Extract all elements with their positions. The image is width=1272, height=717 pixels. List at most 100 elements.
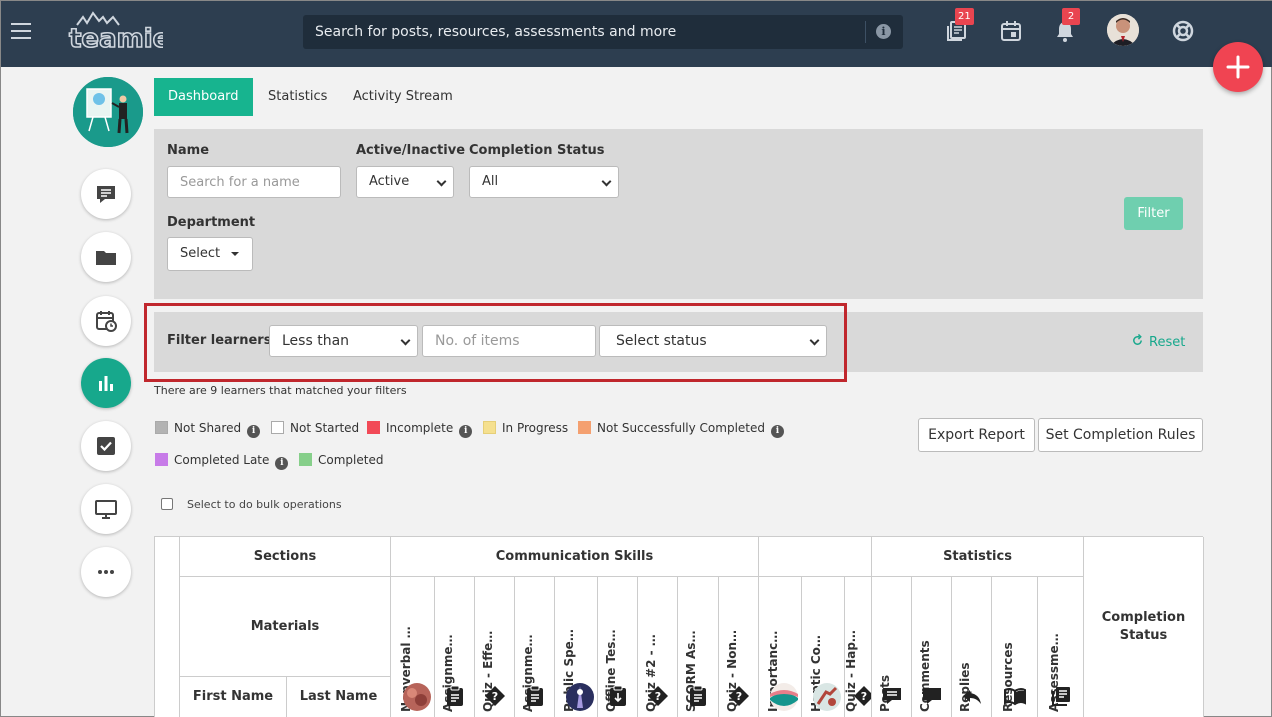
completion-status-label: Completion Status bbox=[469, 143, 605, 158]
plus-icon bbox=[1226, 55, 1250, 79]
tab-statistics[interactable]: Statistics bbox=[254, 78, 341, 116]
department-value: Select bbox=[180, 246, 221, 261]
stat-column-assessments[interactable]: Assessments bbox=[1038, 577, 1084, 717]
tab-dashboard[interactable]: Dashboard bbox=[154, 78, 253, 116]
sidebar-resources-button[interactable] bbox=[81, 232, 131, 282]
completion-status-select[interactable]: All bbox=[469, 166, 619, 198]
help-lifebuoy-icon[interactable] bbox=[1171, 19, 1195, 43]
legend-in-progress: In Progress bbox=[483, 420, 568, 436]
material-thumbnail bbox=[813, 683, 841, 711]
offline-test-icon bbox=[609, 685, 626, 706]
material-column[interactable]: Assignment #... bbox=[515, 577, 555, 717]
active-inactive-value: Active bbox=[369, 174, 410, 189]
legend-label: Not Shared bbox=[174, 421, 242, 435]
teamie-logo[interactable]: teamie bbox=[67, 11, 171, 55]
material-column[interactable]: Quiz - Non-ve... ? bbox=[719, 577, 759, 717]
sidebar-schedule-button[interactable] bbox=[81, 296, 131, 346]
chevron-down-icon bbox=[436, 176, 447, 187]
material-column[interactable]: Quiz #2 - Non... ? bbox=[638, 577, 678, 717]
global-search-input[interactable] bbox=[303, 15, 865, 49]
material-column[interactable]: Quiz - Haptic ? bbox=[845, 577, 872, 717]
filter-button[interactable]: Filter bbox=[1124, 197, 1183, 230]
legend-swatch bbox=[155, 421, 168, 434]
legend-label: Incomplete bbox=[386, 421, 454, 435]
assignment-clipboard-icon bbox=[446, 685, 463, 706]
search-divider bbox=[865, 21, 866, 43]
matched-learners-text: There are 9 learners that matched your f… bbox=[154, 384, 407, 397]
completion-status-header[interactable]: Completion Status bbox=[1084, 537, 1204, 717]
bulk-select-checkbox[interactable] bbox=[161, 498, 173, 510]
legend-completed: Completed bbox=[299, 452, 383, 468]
section-unnamed bbox=[759, 537, 872, 577]
sections-header: Sections bbox=[180, 537, 391, 577]
info-icon[interactable]: i bbox=[771, 425, 785, 438]
department-dropdown[interactable]: Select bbox=[167, 237, 254, 271]
export-report-button[interactable]: Export Report bbox=[918, 418, 1035, 452]
bulk-operations-label: Select to do bulk operations bbox=[187, 498, 342, 511]
legend-label: In Progress bbox=[502, 421, 569, 435]
material-column[interactable]: Haptic Comm... bbox=[802, 577, 845, 717]
legend-not-successfully-completed: Not Successfully Completed i bbox=[578, 420, 785, 438]
material-column[interactable]: Assignment #... bbox=[435, 577, 475, 717]
info-icon[interactable]: i bbox=[275, 457, 289, 470]
name-label: Name bbox=[167, 143, 210, 158]
posts-badge: 21 bbox=[955, 8, 974, 25]
quiz-question-icon: ? bbox=[728, 686, 749, 706]
sidebar-analytics-button[interactable] bbox=[81, 358, 131, 408]
material-column[interactable]: Offline Test - ... bbox=[598, 577, 638, 717]
reset-button[interactable]: Reset bbox=[1131, 333, 1185, 350]
calendar-icon[interactable] bbox=[999, 19, 1023, 43]
row-select-column bbox=[155, 537, 180, 717]
legend-label: Completed Late bbox=[174, 453, 270, 467]
book-icon bbox=[1003, 687, 1026, 706]
bar-chart-icon bbox=[99, 376, 113, 391]
info-icon[interactable]: i bbox=[876, 24, 891, 39]
svg-text:?: ? bbox=[491, 690, 497, 703]
quiz-question-icon: ? bbox=[854, 686, 871, 706]
info-icon[interactable]: i bbox=[459, 425, 473, 438]
legend-swatch bbox=[483, 421, 496, 434]
name-search-input[interactable] bbox=[167, 166, 341, 198]
stat-column-comments[interactable]: Comments bbox=[912, 577, 952, 717]
material-column[interactable]: Public Speaki... bbox=[555, 577, 598, 717]
reply-icon bbox=[962, 690, 981, 704]
section-statistics: Statistics bbox=[872, 537, 1084, 577]
tab-activity-stream[interactable]: Activity Stream bbox=[339, 78, 467, 116]
create-new-button[interactable] bbox=[1213, 42, 1263, 92]
material-thumbnail bbox=[402, 683, 431, 711]
last-name-header[interactable]: Last Name bbox=[287, 677, 391, 717]
legend-label: Completed bbox=[318, 453, 384, 467]
stat-column-resources[interactable]: Resources bbox=[992, 577, 1038, 717]
first-name-header[interactable]: First Name bbox=[180, 677, 287, 717]
filter-panel: Name Active/Inactive Active Completion S… bbox=[154, 129, 1203, 299]
materials-header: Materials bbox=[180, 577, 391, 677]
active-inactive-select[interactable]: Active bbox=[356, 166, 454, 198]
stat-column-replies[interactable]: Replies bbox=[952, 577, 992, 717]
legend-swatch bbox=[271, 421, 284, 434]
material-thumbnail bbox=[770, 683, 798, 711]
sidebar-more-button[interactable] bbox=[81, 547, 131, 597]
calendar-clock-icon bbox=[96, 311, 117, 332]
monitor-icon bbox=[95, 500, 117, 519]
bulk-operations: Select to do bulk operations bbox=[161, 498, 342, 511]
legend-not-started: Not Started bbox=[271, 420, 359, 436]
set-completion-rules-button[interactable]: Set Completion Rules bbox=[1038, 418, 1203, 452]
legend-label: Not Successfully Completed bbox=[597, 421, 766, 435]
notifications-badge: 2 bbox=[1062, 8, 1080, 25]
quiz-question-icon: ? bbox=[647, 686, 668, 706]
sidebar-tasks-button[interactable] bbox=[81, 421, 131, 471]
sidebar-presentation-button[interactable] bbox=[81, 484, 131, 534]
stat-column-posts[interactable]: Posts bbox=[872, 577, 912, 717]
material-column[interactable]: Importance o... bbox=[759, 577, 802, 717]
posts-bubble-icon bbox=[97, 186, 115, 203]
material-column[interactable]: Nonverbal Co... bbox=[391, 577, 435, 717]
classroom-avatar[interactable] bbox=[73, 77, 143, 147]
sidebar-posts-button[interactable] bbox=[81, 169, 131, 219]
progress-table: Sections Materials First Name Last Name … bbox=[154, 536, 1204, 717]
material-column[interactable]: Quiz - Effectiv... ? bbox=[475, 577, 515, 717]
info-icon[interactable]: i bbox=[247, 425, 261, 438]
material-column[interactable]: SCORM Assig... bbox=[678, 577, 719, 717]
menu-icon[interactable] bbox=[11, 23, 31, 39]
user-avatar[interactable] bbox=[1107, 14, 1139, 46]
folder-icon bbox=[96, 251, 116, 265]
